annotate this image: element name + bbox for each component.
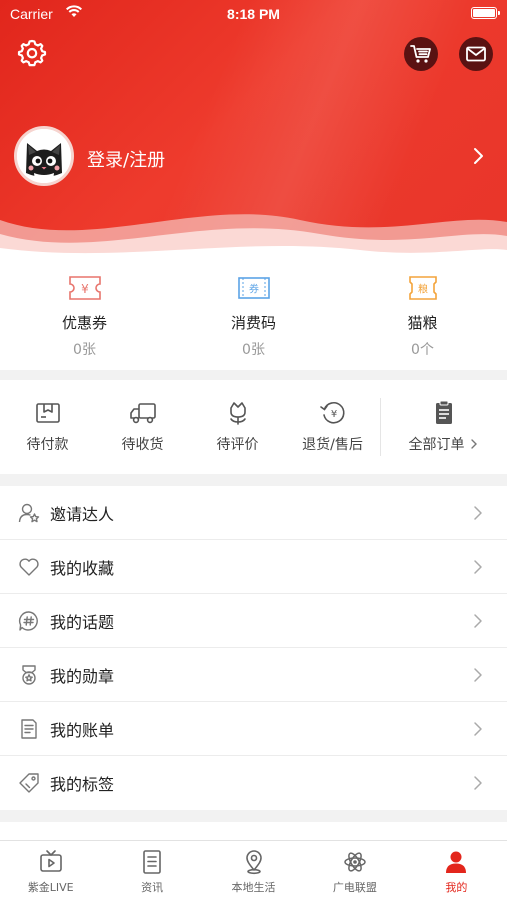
svg-text:粮: 粮 xyxy=(418,283,428,296)
svg-text:¥: ¥ xyxy=(330,409,336,420)
news-icon xyxy=(143,850,161,874)
order-label: 待付款 xyxy=(26,437,69,453)
order-label: 退货/售后 xyxy=(302,437,363,453)
menu-label: 我的话题 xyxy=(50,612,115,632)
heart-icon xyxy=(19,557,39,576)
chevron-right-icon xyxy=(474,506,482,520)
cat-avatar-icon xyxy=(17,129,71,183)
location-icon xyxy=(245,850,262,875)
order-label: 待评价 xyxy=(216,437,259,453)
atom-icon xyxy=(344,852,366,872)
chevron-right-icon xyxy=(474,560,482,574)
medal-icon xyxy=(22,664,36,685)
flower-icon xyxy=(229,402,246,425)
status-time: 8:18 PM xyxy=(227,6,280,22)
svg-text:¥: ¥ xyxy=(81,282,89,296)
chevron-right-icon xyxy=(474,614,482,628)
order-status-bar: 待付款 待收货 待评价 ¥ 退货/售后 全部订单 xyxy=(0,380,507,474)
tag-icon xyxy=(19,773,39,793)
mail-button[interactable] xyxy=(459,37,493,71)
voucher-count: 0张 xyxy=(242,342,265,358)
coupon-count: 0张 xyxy=(73,342,96,358)
menu-item-invite[interactable]: 邀请达人 xyxy=(0,486,507,540)
coupon-item[interactable]: ¥ 优惠券 0张 xyxy=(0,262,169,370)
mail-icon xyxy=(466,46,486,62)
login-register-link[interactable]: 登录/注册 xyxy=(87,146,165,172)
voucher-icon: 券 xyxy=(237,277,270,299)
menu-label: 我的收藏 xyxy=(50,558,115,578)
cat-food-count: 0个 xyxy=(411,342,434,358)
tab-label: 本地生活 xyxy=(231,881,276,894)
menu-item-medals[interactable]: 我的勋章 xyxy=(0,648,507,702)
cat-food-icon: 粮 xyxy=(408,276,437,300)
bill-icon xyxy=(21,718,37,739)
menu-item-bills[interactable]: 我的账单 xyxy=(0,702,507,756)
gear-icon[interactable] xyxy=(17,38,47,68)
menu-label: 我的标签 xyxy=(50,775,115,794)
status-bar: Carrier 8:18 PM xyxy=(0,0,507,28)
chevron-right-icon xyxy=(474,722,482,736)
order-label: 待收货 xyxy=(121,437,164,453)
chevron-right-icon xyxy=(470,439,477,449)
chevron-right-icon xyxy=(474,668,482,682)
tv-icon xyxy=(39,850,62,872)
wallet-icon xyxy=(35,403,60,423)
wallet-summary: ¥ 优惠券 0张 券 消费码 0张 粮 猫粮 0个 xyxy=(0,262,507,370)
coupon-label: 优惠券 xyxy=(61,314,107,332)
menu-label: 我的勋章 xyxy=(50,666,115,686)
menu-label: 我的账单 xyxy=(50,720,115,740)
user-icon xyxy=(446,851,467,873)
all-orders-button[interactable]: 全部订单 xyxy=(381,400,507,454)
voucher-item[interactable]: 券 消费码 0张 xyxy=(169,262,338,370)
tab-label: 我的 xyxy=(445,881,468,894)
tab-label: 资讯 xyxy=(141,881,164,894)
order-pending-delivery[interactable]: 待收货 xyxy=(95,400,190,454)
chevron-right-icon xyxy=(474,776,482,790)
menu-item-topics[interactable]: 我的话题 xyxy=(0,594,507,648)
invite-user-icon xyxy=(18,503,40,522)
tab-mine[interactable]: 我的 xyxy=(406,841,507,900)
cat-food-item[interactable]: 粮 猫粮 0个 xyxy=(338,262,507,370)
header-wave xyxy=(0,214,507,262)
tab-news[interactable]: 资讯 xyxy=(101,841,202,900)
profile-menu: 邀请达人 我的收藏 我的话题 我的勋章 我的账单 我的标签 xyxy=(0,486,507,810)
tab-broadcast-alliance[interactable]: 广电联盟 xyxy=(304,841,405,900)
all-orders-label: 全部订单 xyxy=(408,437,465,453)
cart-icon xyxy=(410,45,431,63)
tab-bar: 紫金LIVE 资讯 本地生活 广电联盟 我的 xyxy=(0,840,507,900)
voucher-label: 消费码 xyxy=(230,314,276,332)
cart-button[interactable] xyxy=(404,37,438,71)
tab-local-life[interactable]: 本地生活 xyxy=(203,841,304,900)
chevron-right-icon[interactable] xyxy=(470,147,486,165)
truck-icon xyxy=(129,403,156,424)
order-pending-payment[interactable]: 待付款 xyxy=(0,400,95,454)
clipboard-icon xyxy=(436,400,452,424)
tab-label: 广电联盟 xyxy=(332,881,377,894)
cat-food-label: 猫粮 xyxy=(407,314,438,332)
menu-label: 邀请达人 xyxy=(50,504,115,524)
refund-icon: ¥ xyxy=(319,402,345,424)
tab-label: 紫金LIVE xyxy=(27,881,74,894)
menu-item-favorites[interactable]: 我的收藏 xyxy=(0,540,507,594)
avatar[interactable] xyxy=(14,126,74,186)
tab-zijin-live[interactable]: 紫金LIVE xyxy=(0,841,101,900)
battery-icon xyxy=(471,7,500,19)
profile-header: Carrier 8:18 PM 登录/注册 xyxy=(0,0,507,262)
order-pending-review[interactable]: 待评价 xyxy=(190,400,285,454)
hashtag-icon xyxy=(18,610,38,631)
order-refund[interactable]: ¥ 退货/售后 xyxy=(285,400,380,454)
menu-item-tags[interactable]: 我的标签 xyxy=(0,756,507,810)
svg-text:券: 券 xyxy=(249,283,259,296)
coupon-icon: ¥ xyxy=(68,276,101,300)
